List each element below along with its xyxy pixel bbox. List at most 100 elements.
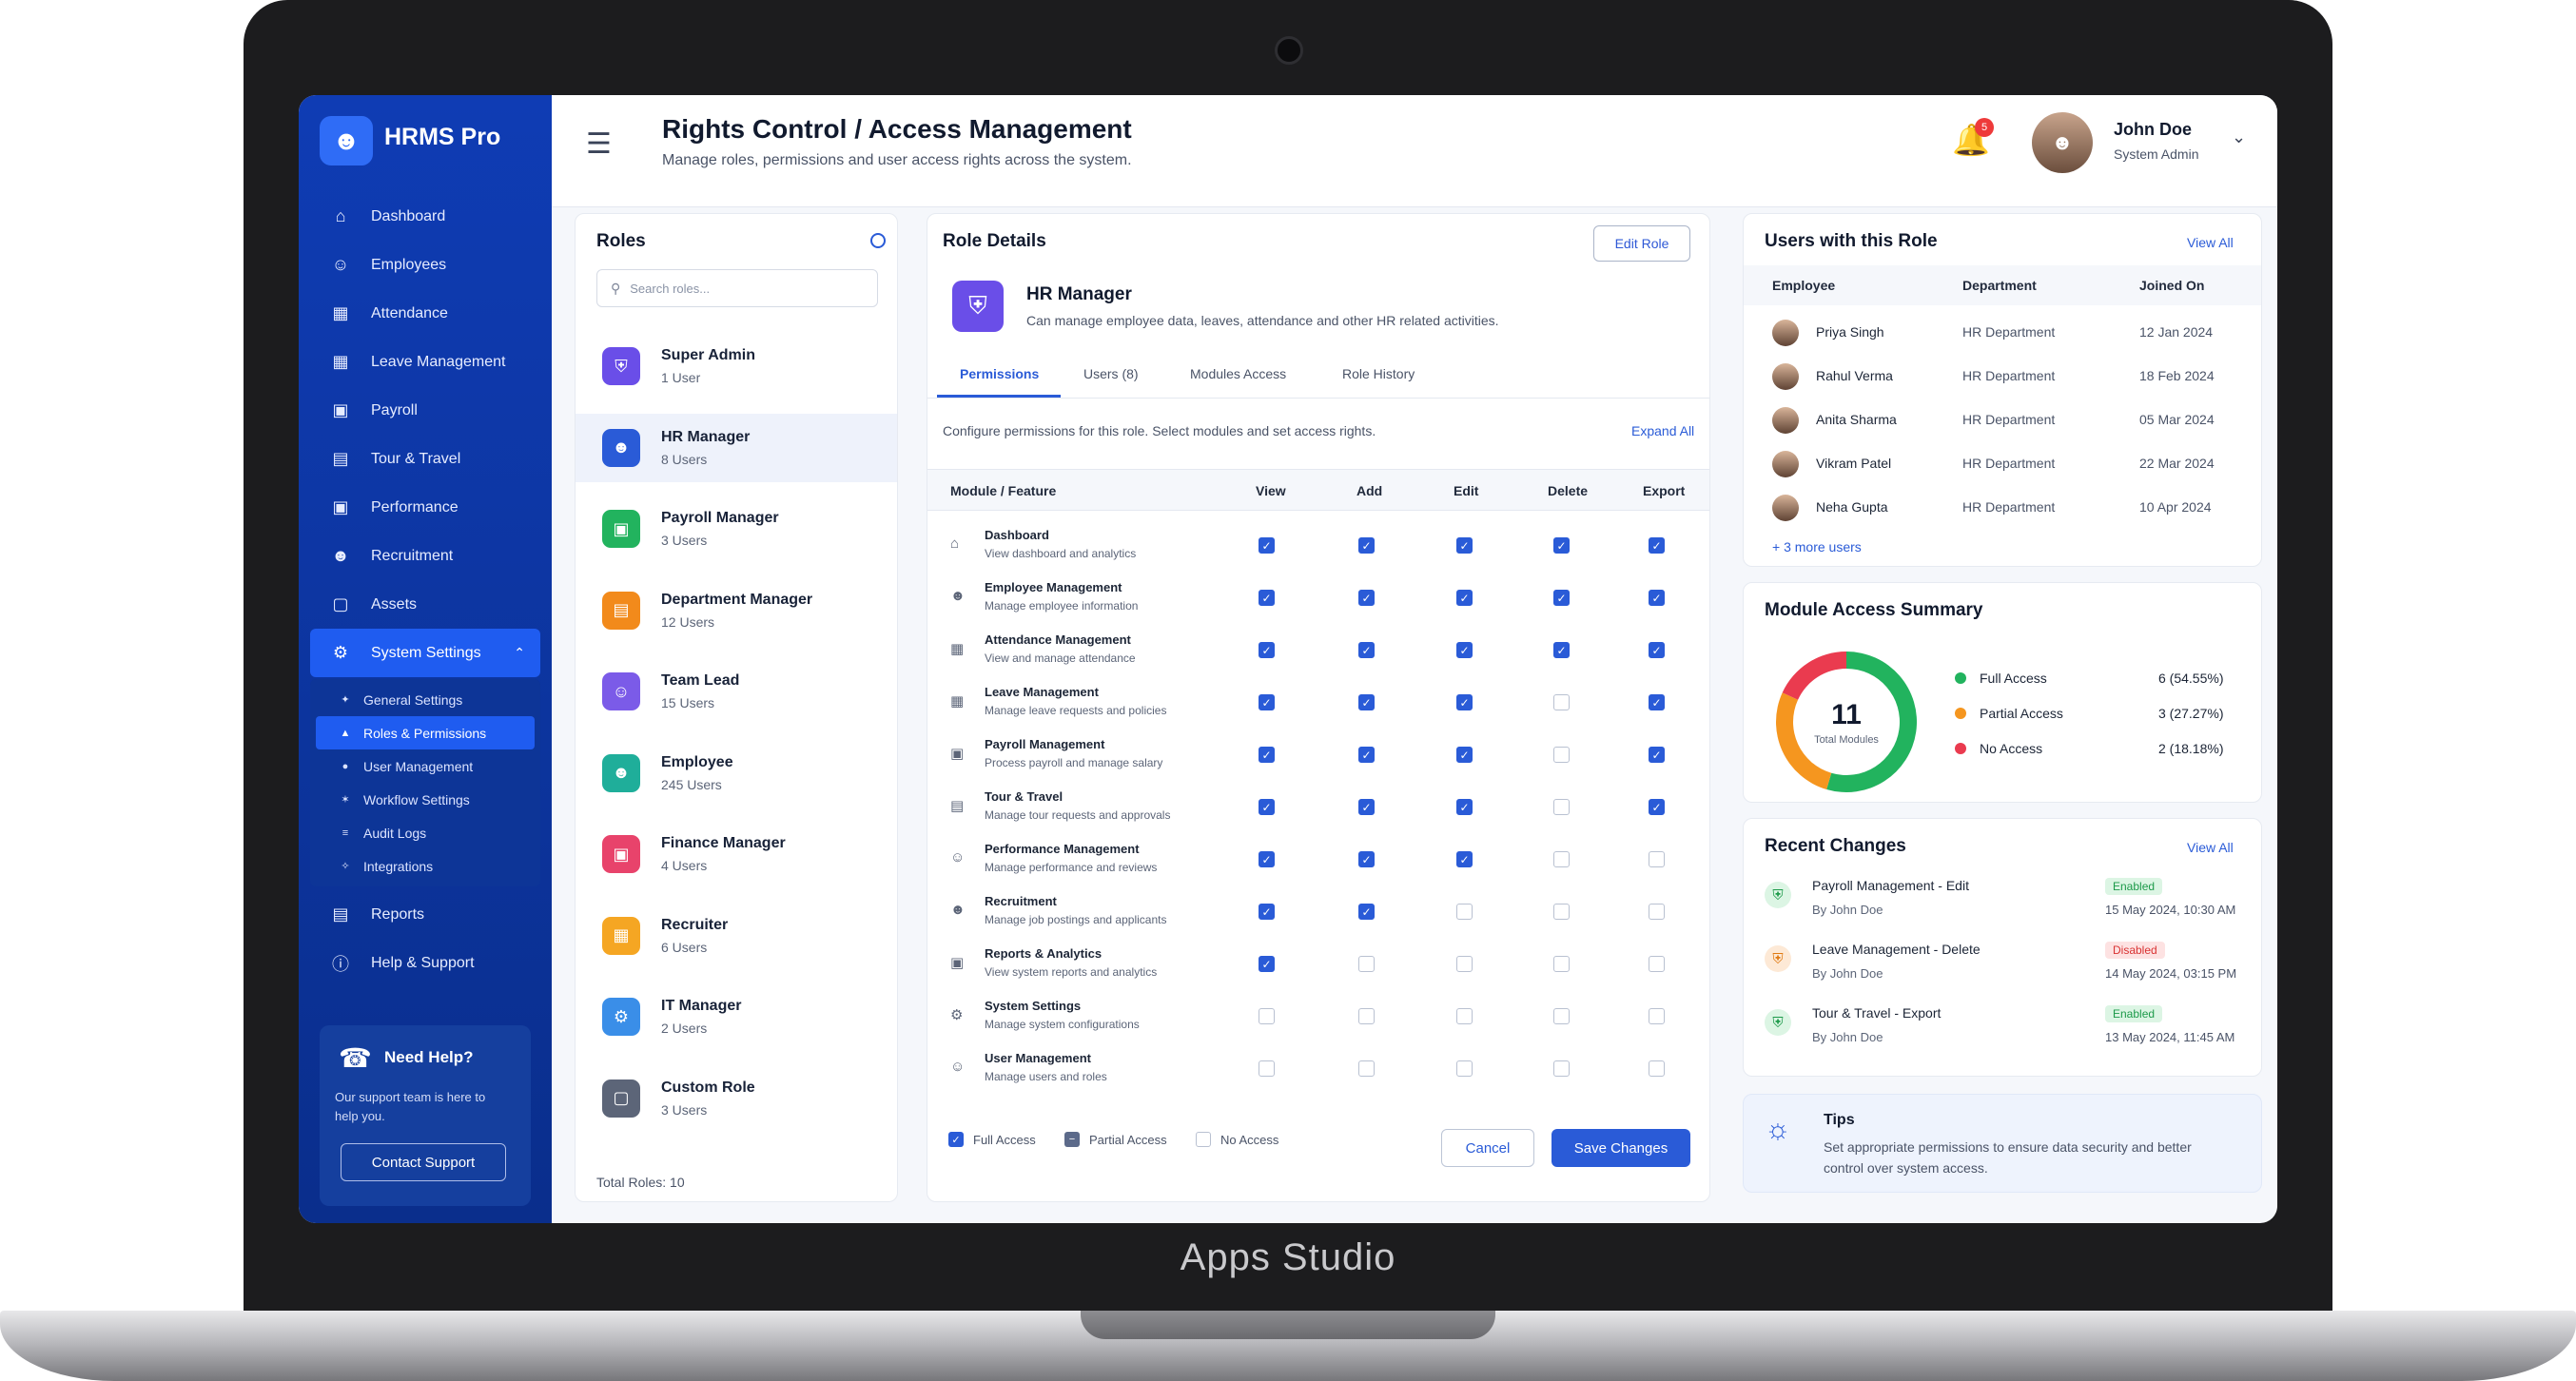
contact-support-button[interactable]: Contact Support xyxy=(341,1143,506,1181)
permission-checkbox[interactable] xyxy=(1649,1060,1665,1077)
permission-checkbox[interactable] xyxy=(1649,1008,1665,1024)
permission-checkbox[interactable] xyxy=(1553,799,1570,815)
permission-checkbox[interactable]: ✓ xyxy=(1259,747,1275,763)
permission-checkbox[interactable]: ✓ xyxy=(1259,904,1275,920)
permission-checkbox[interactable] xyxy=(1358,1008,1375,1024)
permission-checkbox[interactable] xyxy=(1649,851,1665,867)
role-item[interactable]: ☻ Employee 245 Users xyxy=(576,739,897,807)
tab-modules-access[interactable]: Modules Access xyxy=(1190,366,1286,381)
edit-role-button[interactable]: Edit Role xyxy=(1593,225,1690,262)
permission-checkbox[interactable]: ✓ xyxy=(1456,642,1473,658)
permission-checkbox[interactable]: ✓ xyxy=(1649,747,1665,763)
users-view-all-link[interactable]: View All xyxy=(2187,235,2234,250)
change-item[interactable]: ⛨ Leave Management - Delete By John Doe … xyxy=(1744,936,2261,999)
permission-checkbox[interactable]: ✓ xyxy=(1553,537,1570,554)
permission-checkbox[interactable]: ✓ xyxy=(1259,851,1275,867)
expand-all-link[interactable]: Expand All xyxy=(1631,423,1694,438)
sidebar-item-attendance[interactable]: ▦ Attendance xyxy=(310,289,540,338)
permission-checkbox[interactable]: ✓ xyxy=(1649,537,1665,554)
role-item[interactable]: ☻ HR Manager 8 Users xyxy=(576,413,897,482)
chevron-down-icon[interactable]: ⌄ xyxy=(2232,127,2246,147)
subnav-workflow-settings[interactable]: ✶ Workflow Settings xyxy=(310,783,540,816)
user-row[interactable]: Anita Sharma HR Department 05 Mar 2024 xyxy=(1744,399,2261,442)
sidebar-item-system-settings[interactable]: ⚙ System Settings ⌃ xyxy=(310,629,540,677)
user-row[interactable]: Neha Gupta HR Department 10 Apr 2024 xyxy=(1744,486,2261,530)
sidebar-item-employees[interactable]: ☺ Employees xyxy=(310,241,540,289)
permission-checkbox[interactable]: ✓ xyxy=(1259,590,1275,606)
tab-role-history[interactable]: Role History xyxy=(1342,366,1415,381)
sidebar-item-payroll[interactable]: ▣ Payroll xyxy=(310,386,540,435)
more-users-link[interactable]: + 3 more users xyxy=(1772,539,1862,554)
role-item[interactable]: ▤ Department Manager 12 Users xyxy=(576,576,897,645)
sidebar-item-performance[interactable]: ▣ Performance xyxy=(310,483,540,532)
role-item[interactable]: ▢ Custom Role 3 Users xyxy=(576,1064,897,1133)
user-avatar[interactable]: ☻ xyxy=(2032,112,2093,173)
permission-checkbox[interactable] xyxy=(1358,1060,1375,1077)
permission-checkbox[interactable] xyxy=(1456,904,1473,920)
permission-checkbox[interactable]: ✓ xyxy=(1259,537,1275,554)
permission-checkbox[interactable] xyxy=(1649,956,1665,972)
user-row[interactable]: Priya Singh HR Department 12 Jan 2024 xyxy=(1744,311,2261,355)
permission-checkbox[interactable]: ✓ xyxy=(1649,694,1665,710)
permission-checkbox[interactable]: ✓ xyxy=(1358,747,1375,763)
permission-checkbox[interactable]: ✓ xyxy=(1259,694,1275,710)
role-item[interactable]: ▣ Finance Manager 4 Users xyxy=(576,820,897,888)
search-roles-input[interactable]: ⚲ Search roles... xyxy=(596,269,878,307)
permission-checkbox[interactable] xyxy=(1456,1060,1473,1077)
permission-checkbox[interactable]: ✓ xyxy=(1358,799,1375,815)
permission-checkbox[interactable]: ✓ xyxy=(1358,851,1375,867)
role-item[interactable]: ⚙ IT Manager 2 Users xyxy=(576,982,897,1051)
permission-checkbox[interactable]: ✓ xyxy=(1553,590,1570,606)
permission-checkbox[interactable]: ✓ xyxy=(1456,537,1473,554)
role-item[interactable]: ☺ Team Lead 15 Users xyxy=(576,657,897,726)
permission-checkbox[interactable]: ✓ xyxy=(1358,642,1375,658)
permission-checkbox[interactable] xyxy=(1456,1008,1473,1024)
permission-checkbox[interactable] xyxy=(1553,747,1570,763)
permission-checkbox[interactable]: ✓ xyxy=(1649,590,1665,606)
user-name[interactable]: John Doe xyxy=(2114,120,2192,140)
save-changes-button[interactable]: Save Changes xyxy=(1551,1129,1690,1167)
subnav-integrations[interactable]: ✧ Integrations xyxy=(310,849,540,883)
subnav-roles-permissions[interactable]: ▲ Roles & Permissions xyxy=(316,716,535,749)
permission-checkbox[interactable] xyxy=(1553,694,1570,710)
user-row[interactable]: Rahul Verma HR Department 18 Feb 2024 xyxy=(1744,355,2261,399)
permission-checkbox[interactable] xyxy=(1456,956,1473,972)
permission-checkbox[interactable] xyxy=(1553,1008,1570,1024)
tab-users[interactable]: Users (8) xyxy=(1083,366,1139,381)
permission-checkbox[interactable] xyxy=(1553,851,1570,867)
permission-checkbox[interactable]: ✓ xyxy=(1456,747,1473,763)
sidebar-item-tour-travel[interactable]: ▤ Tour & Travel xyxy=(310,435,540,483)
user-row[interactable]: Vikram Patel HR Department 22 Mar 2024 xyxy=(1744,442,2261,486)
subnav-general-settings[interactable]: ✦ General Settings xyxy=(310,683,540,716)
permission-checkbox[interactable]: ✓ xyxy=(1358,904,1375,920)
permission-checkbox[interactable]: ✓ xyxy=(1259,642,1275,658)
permission-checkbox[interactable]: ✓ xyxy=(1456,851,1473,867)
permission-checkbox[interactable]: ✓ xyxy=(1259,956,1275,972)
cancel-button[interactable]: Cancel xyxy=(1441,1129,1534,1167)
permission-checkbox[interactable]: ✓ xyxy=(1358,694,1375,710)
permission-checkbox[interactable] xyxy=(1553,904,1570,920)
info-icon[interactable] xyxy=(870,233,886,248)
permission-checkbox[interactable]: ✓ xyxy=(1259,799,1275,815)
changes-view-all-link[interactable]: View All xyxy=(2187,840,2234,855)
permission-checkbox[interactable]: ✓ xyxy=(1358,590,1375,606)
sidebar-item-help-support[interactable]: ⓘ Help & Support xyxy=(310,939,540,987)
change-item[interactable]: ⛨ Tour & Travel - Export By John Doe Ena… xyxy=(1744,1000,2261,1062)
permission-checkbox[interactable]: ✓ xyxy=(1553,642,1570,658)
permission-checkbox[interactable]: ✓ xyxy=(1456,694,1473,710)
permission-checkbox[interactable] xyxy=(1553,1060,1570,1077)
sidebar-item-recruitment[interactable]: ☻ Recruitment xyxy=(310,532,540,580)
permission-checkbox[interactable]: ✓ xyxy=(1649,799,1665,815)
role-item[interactable]: ▣ Payroll Manager 3 Users xyxy=(576,495,897,563)
permission-checkbox[interactable]: ✓ xyxy=(1456,799,1473,815)
permission-checkbox[interactable] xyxy=(1553,956,1570,972)
permission-checkbox[interactable] xyxy=(1259,1060,1275,1077)
tab-permissions[interactable]: Permissions xyxy=(960,366,1039,381)
permission-checkbox[interactable]: ✓ xyxy=(1649,642,1665,658)
sidebar-item-assets[interactable]: ▢ Assets xyxy=(310,580,540,629)
permission-checkbox[interactable] xyxy=(1649,904,1665,920)
permission-checkbox[interactable]: ✓ xyxy=(1358,537,1375,554)
sidebar-item-leave-management[interactable]: ▦ Leave Management xyxy=(310,338,540,386)
subnav-user-management[interactable]: ● User Management xyxy=(310,749,540,783)
sidebar-item-reports[interactable]: ▤ Reports xyxy=(310,890,540,939)
